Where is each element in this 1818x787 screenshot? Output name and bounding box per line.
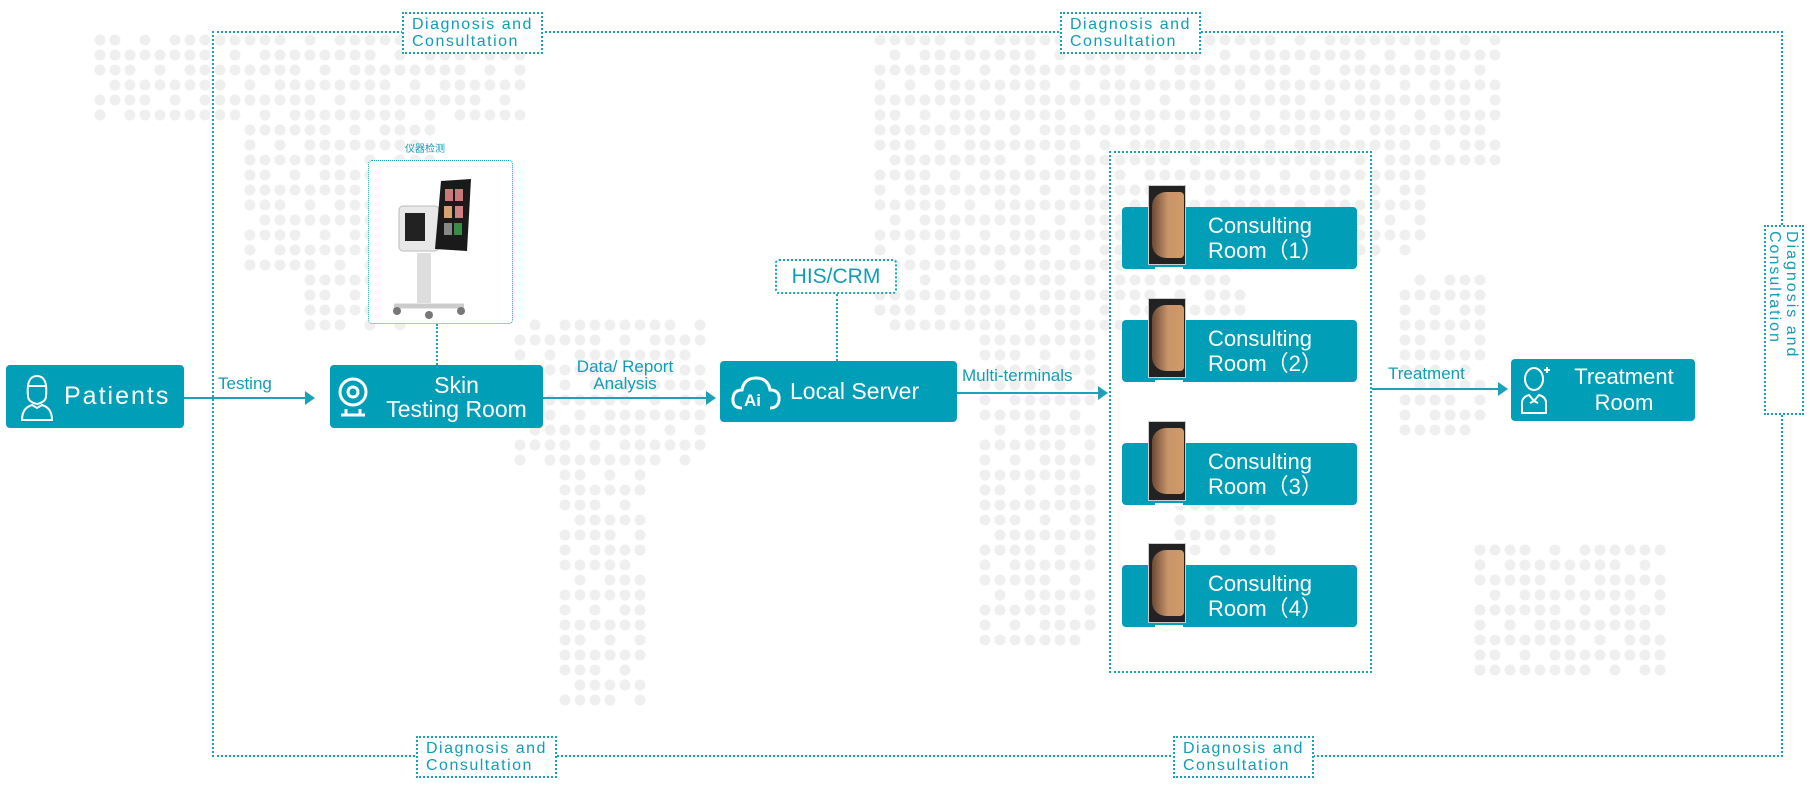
map-dot <box>154 64 166 76</box>
map-dot <box>124 79 136 91</box>
skin-testing-room-node: Skin Testing Room <box>330 365 543 428</box>
map-dot <box>94 94 106 106</box>
phone-face-scan-image <box>1148 543 1186 628</box>
patients-label: Patients <box>64 382 171 410</box>
edge-multi-terminals-line <box>957 392 1102 394</box>
frame-label-bottom-left: Diagnosis and Consultation <box>416 736 557 778</box>
map-dot <box>139 49 151 61</box>
map-dot <box>94 49 106 61</box>
map-dot <box>124 94 136 106</box>
map-dot <box>154 79 166 91</box>
map-dot <box>94 109 106 121</box>
map-dot <box>139 94 151 106</box>
skin-analyzer-image <box>368 160 513 324</box>
consulting-room-1-node: Consulting Room（1） <box>1122 185 1357 270</box>
map-dot <box>124 109 136 121</box>
phone-face-scan-image <box>1148 421 1186 506</box>
arrow-head <box>706 391 716 405</box>
frame-label-right: Diagnosis and Consultation <box>1764 225 1804 415</box>
ai-cloud-icon: Ai <box>731 375 781 410</box>
consulting-room-4-node: Consulting Room（4） <box>1122 543 1357 628</box>
arrow-head <box>1498 382 1508 396</box>
patient-icon <box>20 374 54 421</box>
connector-dotted <box>436 324 438 365</box>
edge-label-treatment: Treatment <box>1388 364 1465 383</box>
edge-label-data-report: Data/ Report Analysis <box>576 357 674 393</box>
consulting-room-2-node: Consulting Room（2） <box>1122 298 1357 383</box>
map-dot <box>109 49 121 61</box>
map-dot <box>94 34 106 46</box>
edge-testing-line <box>184 397 312 399</box>
map-dot <box>109 94 121 106</box>
his-crm-node: HIS/CRM <box>775 259 897 294</box>
frame-label-bottom-right: Diagnosis and Consultation <box>1173 736 1314 778</box>
map-dot <box>199 64 211 76</box>
map-dot <box>169 94 181 106</box>
map-dot <box>154 49 166 61</box>
map-dot <box>139 34 151 46</box>
map-dot <box>109 64 121 76</box>
camera-icon <box>338 377 368 416</box>
map-dot <box>169 79 181 91</box>
map-dot <box>154 109 166 121</box>
map-dot <box>169 109 181 121</box>
map-dot <box>124 64 136 76</box>
device-caption: 仪器检测 <box>405 144 445 155</box>
map-dot <box>199 79 211 91</box>
skin-testing-label: Skin Testing Room <box>386 371 527 422</box>
treatment-room-label: Treatment Room <box>1574 364 1674 415</box>
phone-face-scan-image <box>1148 185 1186 270</box>
edge-label-testing: Testing <box>218 374 272 393</box>
map-dot <box>139 79 151 91</box>
map-dot <box>199 94 211 106</box>
local-server-label: Local Server <box>790 378 920 404</box>
map-dot <box>199 49 211 61</box>
map-dot <box>184 64 196 76</box>
map-dot <box>124 49 136 61</box>
treatment-room-node: Treatment Room <box>1511 359 1695 421</box>
map-dot <box>94 64 106 76</box>
map-dot <box>199 34 211 46</box>
map-dot <box>184 34 196 46</box>
edge-treatment-line <box>1372 388 1502 390</box>
map-dot <box>169 49 181 61</box>
frame-label-top-right: Diagnosis and Consultation <box>1060 12 1201 54</box>
patients-node: Patients <box>6 365 184 428</box>
phone-face-scan-image <box>1148 298 1186 383</box>
edge-label-multi-terminals: Multi-terminals <box>962 366 1073 385</box>
map-dot <box>109 34 121 46</box>
map-dot <box>169 34 181 46</box>
frame-label-top-left: Diagnosis and Consultation <box>402 12 543 54</box>
svg-text:Ai: Ai <box>744 391 761 410</box>
map-dot <box>184 109 196 121</box>
connector-dotted <box>836 294 838 361</box>
local-server-node: Ai Local Server <box>720 361 957 422</box>
map-dot <box>199 109 211 121</box>
doctor-icon <box>1521 367 1550 414</box>
map-dot <box>139 109 151 121</box>
arrow-head <box>1098 386 1108 400</box>
map-dot <box>109 79 121 91</box>
consulting-room-3-node: Consulting Room（3） <box>1122 421 1357 506</box>
edge-data-line <box>543 397 713 399</box>
skin-analyzer-device-icon <box>393 179 471 319</box>
arrow-head <box>305 391 315 405</box>
map-dot <box>184 49 196 61</box>
map-dot <box>184 79 196 91</box>
